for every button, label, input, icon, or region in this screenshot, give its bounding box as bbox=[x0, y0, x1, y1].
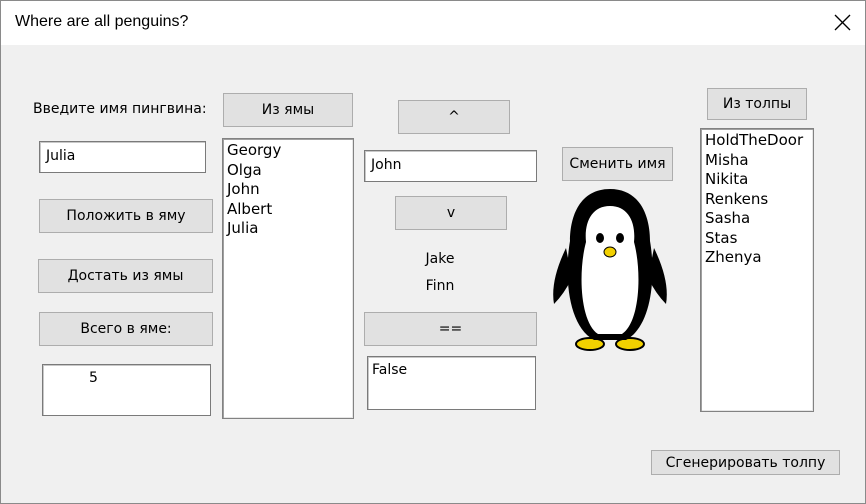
list-item[interactable]: Zhenya bbox=[705, 248, 813, 268]
app-window: Where are all penguins? Введите имя пинг… bbox=[0, 0, 866, 504]
rename-button[interactable]: Сменить имя bbox=[562, 147, 673, 181]
put-in-pit-button[interactable]: Положить в яму bbox=[39, 199, 213, 233]
list-item[interactable]: Nikita bbox=[705, 170, 813, 190]
list-item[interactable]: Misha bbox=[705, 151, 813, 171]
penguin-name-label: Введите имя пингвина: bbox=[33, 101, 207, 117]
list-item[interactable]: John bbox=[227, 180, 353, 200]
list-item[interactable]: Albert bbox=[227, 200, 353, 220]
generate-crowd-button[interactable]: Сгенерировать толпу bbox=[651, 450, 840, 475]
total-in-pit-field: 5 bbox=[42, 364, 211, 416]
list-item[interactable]: Olga bbox=[227, 161, 353, 181]
total-in-pit-button[interactable]: Всего в яме: bbox=[39, 312, 213, 346]
pit-list[interactable]: Georgy Olga John Albert Julia bbox=[222, 138, 354, 419]
name-b-label: Finn bbox=[425, 278, 455, 294]
list-item[interactable]: Julia bbox=[227, 219, 353, 239]
from-crowd-button[interactable]: Из толпы bbox=[707, 88, 807, 120]
current-name-field[interactable]: John bbox=[364, 150, 537, 182]
list-item[interactable]: HoldTheDoor bbox=[705, 131, 813, 151]
penguin-image bbox=[553, 189, 667, 351]
window-title: Where are all penguins? bbox=[15, 13, 189, 30]
compare-result-field: False bbox=[367, 356, 536, 410]
list-item[interactable]: Sasha bbox=[705, 209, 813, 229]
name-a-label: Jake bbox=[425, 251, 455, 267]
title-bar: Where are all penguins? bbox=[1, 1, 865, 45]
penguin-name-input[interactable]: Julia bbox=[39, 141, 206, 173]
from-pit-button[interactable]: Из ямы bbox=[223, 93, 353, 127]
close-icon bbox=[834, 14, 851, 31]
crowd-list[interactable]: HoldTheDoor Misha Nikita Renkens Sasha S… bbox=[700, 128, 814, 412]
move-up-button[interactable]: ^ bbox=[398, 100, 510, 134]
move-down-button[interactable]: v bbox=[395, 196, 507, 230]
list-item[interactable]: Georgy bbox=[227, 141, 353, 161]
list-item[interactable]: Renkens bbox=[705, 190, 813, 210]
close-button[interactable] bbox=[819, 1, 865, 45]
compare-button[interactable]: == bbox=[364, 312, 537, 346]
list-item[interactable]: Stas bbox=[705, 229, 813, 249]
take-from-pit-button[interactable]: Достать из ямы bbox=[38, 259, 213, 293]
